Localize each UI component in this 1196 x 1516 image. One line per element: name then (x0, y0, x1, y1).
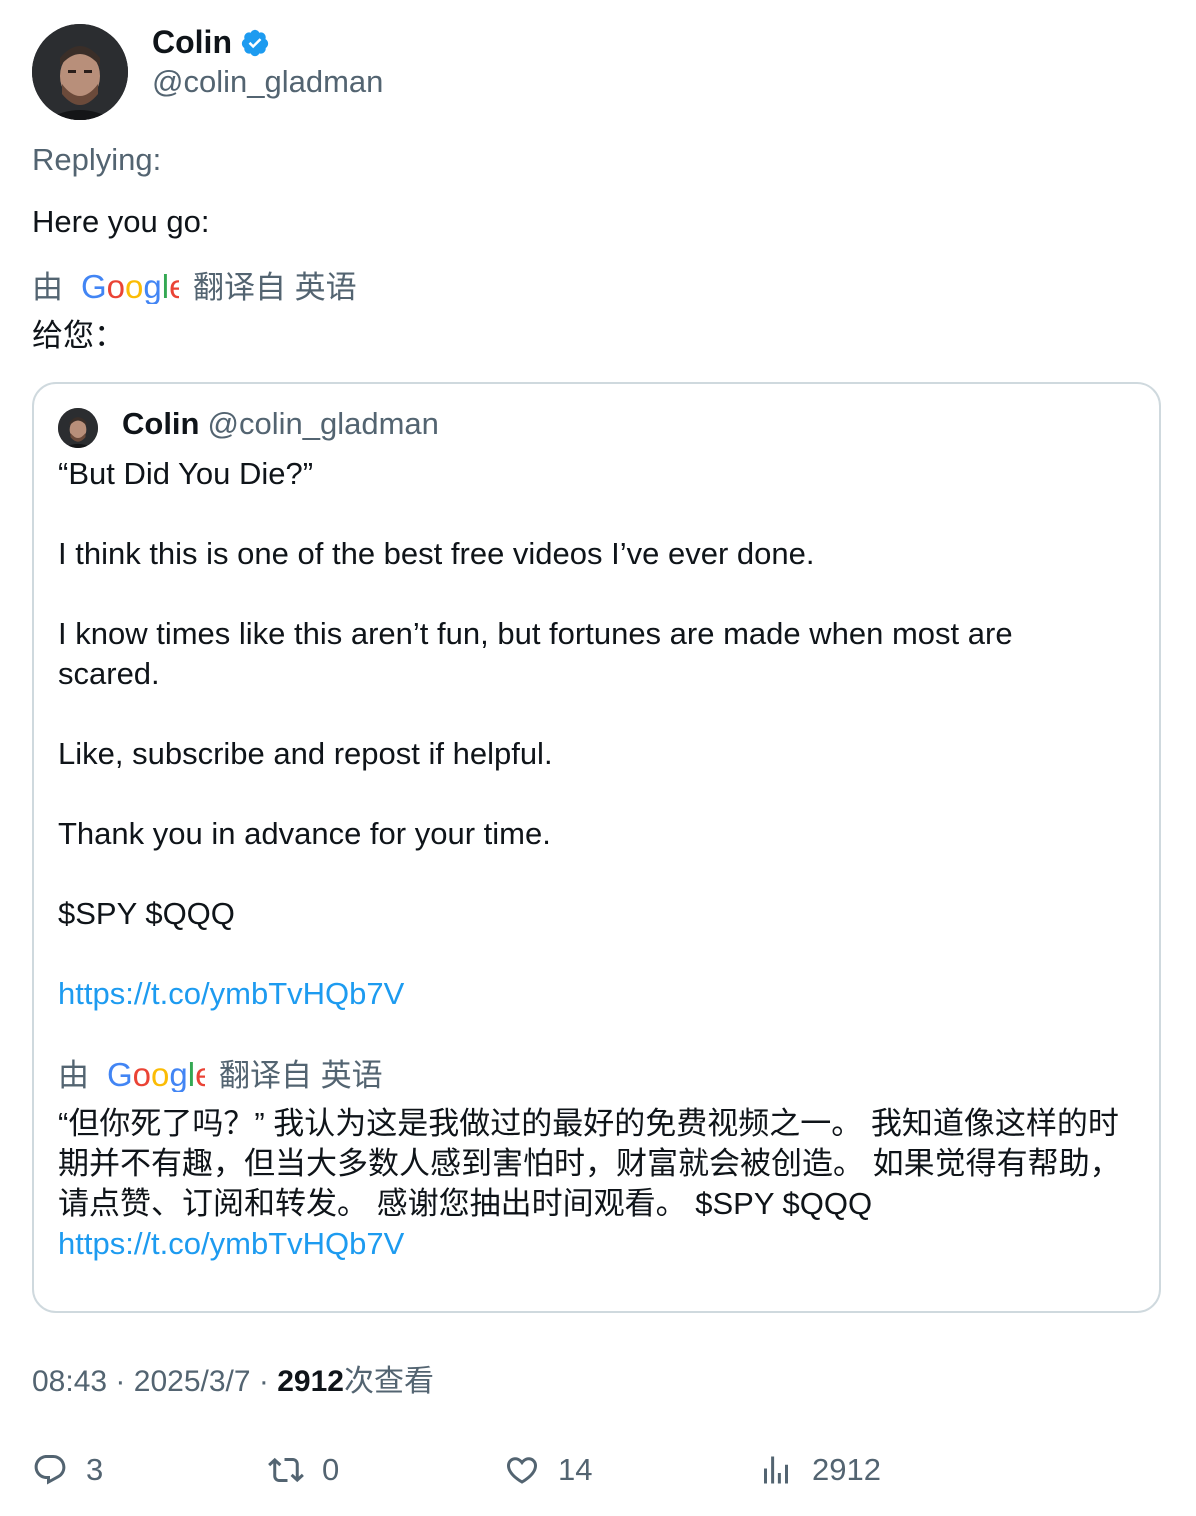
quoted-text-line: $SPY $QQQ (58, 896, 235, 931)
translation-attribution: 由 Google 翻译自 英语 (32, 268, 357, 314)
author-handle[interactable]: @colin_gladman (152, 62, 383, 102)
tweet-text: Here you go: (32, 204, 210, 239)
google-logo-icon: Google (107, 1056, 213, 1102)
repost-count: 0 (322, 1452, 340, 1487)
tweet-time[interactable]: 08:43 (32, 1365, 107, 1398)
quoted-text-line: “But Did You Die?” (58, 456, 314, 491)
quoted-author-avatar[interactable] (58, 408, 98, 448)
quoted-translation-link[interactable]: https://t.co/ymbTvHQb7V (58, 1226, 404, 1261)
quoted-translation: “但你死了吗？” 我认为这是我做过的最好的免费视频之一。 我知道像这样的时期并不… (58, 1104, 1133, 1264)
quoted-translation-attribution: 由 Google 翻译自 英语 (58, 1056, 383, 1102)
svg-text:Google: Google (107, 1058, 205, 1092)
author-avatar[interactable] (32, 24, 128, 120)
repost-icon (268, 1457, 304, 1483)
quoted-text-line: Like, subscribe and repost if helpful. (58, 736, 553, 771)
quoted-text-line: I think this is one of the best free vid… (58, 536, 815, 571)
tweet-date[interactable]: 2025/3/7 (134, 1365, 251, 1398)
translated-from: 翻译自 英语 (193, 270, 357, 305)
svg-text:Google: Google (81, 270, 179, 304)
translation-by: 由 (32, 270, 63, 305)
replying-label[interactable]: Replying: (32, 140, 161, 180)
views-count: 2912 (277, 1365, 344, 1398)
meta-separator: · (258, 1365, 269, 1398)
tweet-meta: 08:43 · 2025/3/7 · 2912次查看 (32, 1362, 434, 1402)
reply-icon (34, 1455, 66, 1485)
like-button[interactable]: 14 (504, 1448, 592, 1492)
reply-count: 3 (86, 1452, 104, 1487)
views-button[interactable]: 2912 (758, 1448, 881, 1492)
tweet-translation: 给您： (32, 318, 125, 353)
author-name-text[interactable]: Colin (152, 24, 232, 60)
translation-by: 由 (58, 1058, 89, 1093)
bar-chart-icon (764, 1456, 788, 1484)
quoted-author-handle[interactable]: @colin_gladman (208, 406, 439, 441)
quoted-link[interactable]: https://t.co/ymbTvHQb7V (58, 974, 1138, 1014)
quoted-author-name[interactable]: Colin (122, 406, 200, 441)
google-logo-icon: Google (81, 268, 187, 314)
quoted-author-header[interactable]: Colin @colin_gladman (122, 404, 439, 444)
quoted-text-line: I know times like this aren’t fun, but f… (58, 616, 1013, 691)
meta-separator: · (115, 1365, 126, 1398)
reply-button[interactable]: 3 (32, 1448, 103, 1492)
verified-badge-icon (240, 27, 270, 57)
views-action-count: 2912 (812, 1452, 881, 1487)
quoted-translation-text: “但你死了吗？” 我认为这是我做过的最好的免费视频之一。 我知道像这样的时期并不… (58, 1106, 1121, 1221)
heart-icon (506, 1457, 538, 1484)
author-name[interactable]: Colin (152, 22, 270, 62)
repost-button[interactable]: 0 (268, 1448, 339, 1492)
views-label: 次查看 (343, 1365, 434, 1398)
quoted-text-line: Thank you in advance for your time. (58, 816, 551, 851)
translated-from: 翻译自 英语 (219, 1058, 383, 1093)
like-count: 14 (558, 1452, 593, 1487)
